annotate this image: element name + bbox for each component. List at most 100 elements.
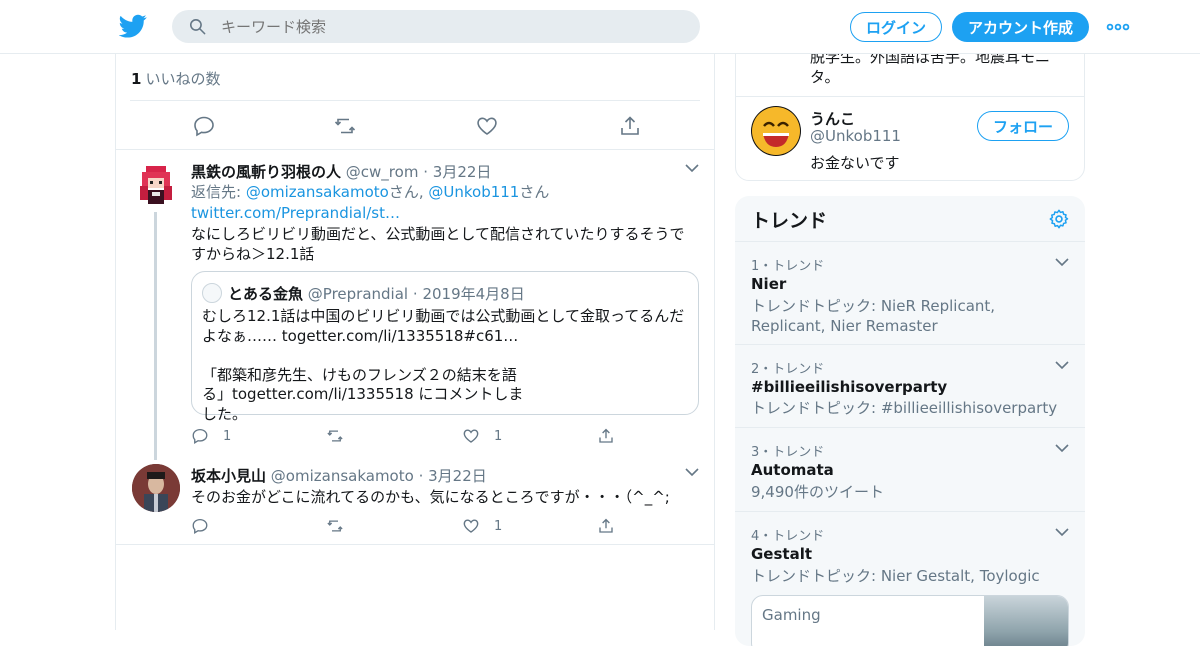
chevron-down-icon[interactable] xyxy=(1055,360,1069,370)
trend-description: 9,490件のツイート xyxy=(751,483,884,501)
reply-icon[interactable] xyxy=(192,114,216,138)
quoted-date: 2019年4月8日 xyxy=(422,285,525,303)
trend-description: トレンドトピック: NieR Replicant, Replicant, Nie… xyxy=(751,297,996,335)
divider xyxy=(736,96,1084,97)
chevron-down-icon[interactable] xyxy=(685,163,699,173)
user-handle[interactable]: @Unkob111 xyxy=(810,127,901,145)
follow-button[interactable]: フォロー xyxy=(977,111,1069,141)
share-action[interactable] xyxy=(597,426,615,446)
search-box[interactable] xyxy=(172,10,700,43)
quoted-text-line: むしろ12.1話は中国のビリビリ動画では公式動画として金取ってるんだよなぁ…… … xyxy=(202,307,685,345)
retweet-icon[interactable] xyxy=(333,114,357,138)
like-action[interactable]: 1 xyxy=(462,516,502,536)
search-input[interactable] xyxy=(221,17,661,36)
gear-icon[interactable] xyxy=(1048,208,1070,230)
like-count-summary[interactable]: 1 いいねの数 xyxy=(131,68,220,89)
quoted-header: とある金魚 @Preprandial · 2019年4月8日 xyxy=(228,283,525,304)
tweet-header: 黒鉄の風斬り羽根の人 @cw_rom · 3月22日 xyxy=(191,161,491,182)
avatar[interactable] xyxy=(132,464,180,512)
like-icon[interactable] xyxy=(475,114,499,138)
avatar[interactable] xyxy=(751,106,801,156)
like-count: 1 xyxy=(131,70,142,88)
reply-tweet[interactable]: 黒鉄の風斬り羽根の人 @cw_rom · 3月22日 返信先: @omizans… xyxy=(116,150,714,460)
like-count-label: いいねの数 xyxy=(145,70,221,88)
trend-rank: 3・トレンド xyxy=(751,445,825,460)
reply-action[interactable] xyxy=(191,516,209,536)
divider xyxy=(130,100,700,101)
trend-rank: 2・トレンド xyxy=(751,362,825,377)
divider xyxy=(116,544,714,545)
quoted-author-handle: @Preprandial xyxy=(307,285,409,303)
share-icon xyxy=(599,518,613,533)
trend-media-card[interactable]: Gaming xyxy=(751,595,1069,646)
reply-to-link[interactable]: @omizansakamoto xyxy=(246,183,389,201)
author-name[interactable]: 坂本小見山 xyxy=(191,467,266,485)
reply-to-link[interactable]: @Unkob111 xyxy=(428,183,519,201)
retweet-action[interactable] xyxy=(326,426,344,446)
quoted-avatar xyxy=(202,283,222,303)
reply-context: 返信先: @omizansakamotoさん, @Unkob111さん xyxy=(191,182,549,202)
quoted-tweet[interactable]: とある金魚 @Preprandial · 2019年4月8日 むしろ12.1話は… xyxy=(191,271,699,423)
tweet-link[interactable]: twitter.com/Preprandial/st… xyxy=(191,204,400,222)
trend-item[interactable]: 3・トレンド Automata 9,490件のツイート xyxy=(735,427,1085,511)
chevron-down-icon[interactable] xyxy=(1055,527,1069,537)
trend-name: Gestalt xyxy=(751,545,813,563)
thread-line xyxy=(154,212,157,460)
reply-tweet[interactable]: 坂本小見山 @omizansakamoto · 3月22日 そのお金がどこに流れ… xyxy=(116,454,714,544)
quoted-date-separator: · xyxy=(412,285,418,303)
quoted-text-gap xyxy=(202,346,692,366)
retweet-icon xyxy=(327,430,343,442)
trend-item[interactable]: 1・トレンド Nier トレンドトピック: NieR Replicant, Re… xyxy=(735,241,1085,344)
more-options-icon[interactable] xyxy=(1106,18,1130,36)
user-name[interactable]: うんこ xyxy=(810,108,855,129)
quoted-author-name: とある金魚 xyxy=(228,285,304,303)
like-icon xyxy=(463,519,479,533)
login-button[interactable]: ログイン xyxy=(850,12,942,42)
trend-item[interactable]: 2・トレンド #billieeilishisoverparty トレンドトピック… xyxy=(735,344,1085,427)
top-bar: ログイン アカウント作成 xyxy=(0,0,1200,54)
author-name[interactable]: 黒鉄の風斬り羽根の人 xyxy=(191,163,341,181)
trend-rank: 4・トレンド xyxy=(751,529,825,544)
reply-icon xyxy=(192,518,208,534)
chevron-down-icon[interactable] xyxy=(1055,443,1069,453)
tweet-date[interactable]: 3月22日 xyxy=(433,163,492,181)
trend-name: #billieeilishisoverparty xyxy=(751,378,948,396)
tweet-text: そのお金がどこに流れてるのかも、気になるところですが・・・（^_^; xyxy=(191,488,670,506)
trend-description: トレンドトピック: Nier Gestalt, Toylogic xyxy=(751,567,1040,585)
chevron-down-icon[interactable] xyxy=(1055,257,1069,267)
user-bio: お金ないです xyxy=(810,154,900,172)
reply-icon xyxy=(192,428,208,444)
tweet-date-separator: · xyxy=(418,467,424,485)
trend-description: トレンドトピック: #billieeillishisoverparty xyxy=(751,399,1058,417)
signup-button[interactable]: アカウント作成 xyxy=(952,12,1089,42)
author-handle[interactable]: @cw_rom xyxy=(346,163,419,181)
reply-action[interactable]: 1 xyxy=(191,426,231,446)
trend-card-label: Gaming xyxy=(762,606,821,624)
share-action[interactable] xyxy=(597,516,615,536)
share-icon[interactable] xyxy=(618,114,642,138)
avatar[interactable] xyxy=(132,160,180,208)
reply-to-suffix: さん xyxy=(519,183,550,201)
tweet-date-separator: · xyxy=(423,163,429,181)
focused-tweet-actions xyxy=(130,114,700,138)
tweet-date[interactable]: 3月22日 xyxy=(428,467,487,485)
twitter-bird-icon[interactable] xyxy=(119,12,147,40)
reply-to-separator: さん, xyxy=(388,183,429,201)
quoted-text: むしろ12.1話は中国のビリビリ動画では公式動画として金取ってるんだよなぁ…… … xyxy=(202,307,692,424)
like-action[interactable]: 1 xyxy=(462,426,502,446)
timeline-column: 1 いいねの数 黒鉄の風斬り羽根の人 @cw_rom · 3月22日 返信先: … xyxy=(115,54,715,630)
trend-name: Automata xyxy=(751,461,834,479)
share-icon xyxy=(599,428,613,443)
tweet-link-line: twitter.com/Preprandial/st… xyxy=(191,203,400,223)
like-icon xyxy=(463,429,479,443)
chevron-down-icon[interactable] xyxy=(685,467,699,477)
quoted-text-line: 「都築和彦先生、けものフレンズ２の結末を語る」togetter.com/li/1… xyxy=(202,365,524,423)
tweet-header: 坂本小見山 @omizansakamoto · 3月22日 xyxy=(191,465,487,486)
tweet-text: なにしろビリビリ動画だと、公式動画として配信されていたりするそうですからね＞12… xyxy=(191,225,685,263)
reply-to-prefix: 返信先: xyxy=(191,183,246,201)
reply-count: 1 xyxy=(223,428,232,444)
author-handle[interactable]: @omizansakamoto xyxy=(271,467,414,485)
like-count: 1 xyxy=(494,428,503,444)
retweet-action[interactable] xyxy=(326,516,344,536)
search-icon xyxy=(189,18,206,35)
